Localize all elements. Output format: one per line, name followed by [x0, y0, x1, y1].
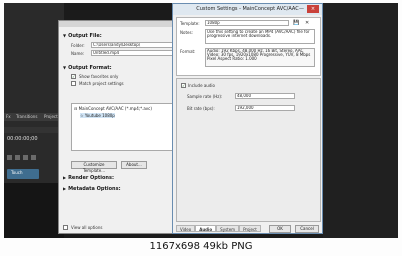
- include-audio-checkbox[interactable]: ✓: [181, 83, 186, 88]
- output-file-heading[interactable]: ▼ Output File:: [63, 33, 102, 39]
- close-button[interactable]: ×: [307, 5, 319, 13]
- name-label: Name:: [71, 51, 85, 56]
- delete-template-icon[interactable]: ✕: [305, 20, 309, 26]
- editor-panel: Fx Transitions Project 00:00:00;00 Touch: [4, 3, 64, 238]
- track-control[interactable]: [31, 155, 36, 160]
- format-summary: Audio: 192 Kbps, 48,000 Hz, 16 Bit, Ster…: [205, 48, 315, 67]
- tree-item-mainconcept[interactable]: ⊟ MainConcept AVC/AAC (*.mp4;*.avc): [74, 106, 152, 111]
- customize-template-button[interactable]: Customize Template...: [71, 161, 117, 173]
- output-format-heading[interactable]: ▼ Output Format:: [63, 65, 112, 71]
- template-label: Template:: [180, 21, 200, 26]
- track-control[interactable]: [15, 155, 20, 160]
- match-project-label: Match project settings: [79, 81, 124, 86]
- screenshot: Fx Transitions Project 00:00:00;00 Touch…: [4, 3, 398, 238]
- render-options-heading[interactable]: ▶ Render Options:: [63, 175, 114, 181]
- timeline-ruler: [4, 127, 64, 133]
- expand-triangle-icon: ▶: [63, 186, 67, 191]
- expand-triangle-icon: ▶: [63, 175, 67, 180]
- cancel-button[interactable]: Cancel: [295, 225, 319, 233]
- tab-audio[interactable]: Audio: [195, 225, 217, 232]
- track-name: Touch: [11, 170, 23, 175]
- format-line: Pixel Aspect Ratio: 1.000: [207, 56, 257, 61]
- folder-label: Folder:: [71, 43, 85, 48]
- include-audio-label: Include audio: [188, 83, 215, 88]
- bit-rate-label: Bit rate (bps):: [187, 106, 215, 111]
- settings-tabs: Video Audio System Project: [176, 216, 261, 232]
- tab-transitions[interactable]: Transitions: [16, 113, 37, 121]
- notes-label: Notes:: [180, 30, 193, 35]
- save-template-icon[interactable]: 💾: [293, 20, 299, 26]
- track-control[interactable]: [23, 155, 28, 160]
- match-project-checkbox[interactable]: [71, 81, 76, 86]
- sample-rate-select[interactable]: 48,000: [235, 93, 295, 99]
- tab-project[interactable]: Project: [239, 225, 261, 232]
- editor-right-area: [323, 3, 398, 238]
- view-all-options-checkbox[interactable]: [63, 225, 68, 230]
- show-favorites-checkbox[interactable]: ✓: [71, 74, 76, 79]
- format-label: Format:: [180, 49, 196, 54]
- metadata-options-heading[interactable]: ▶ Metadata Options:: [63, 186, 121, 192]
- collapse-triangle-icon: ▼: [63, 33, 67, 38]
- image-caption: 1167x698 49kb PNG: [0, 238, 402, 256]
- view-all-options-label: View all options: [71, 225, 103, 230]
- template-panel: Template: 1080p 💾 ✕ Notes: Use this sett…: [176, 17, 321, 76]
- track-control[interactable]: [7, 155, 12, 160]
- timeline-area[interactable]: [4, 183, 64, 238]
- custom-settings-dialog: Custom Settings - MainConcept AVC/AAC — …: [172, 3, 323, 234]
- about-button[interactable]: About...: [121, 161, 147, 169]
- tab-system[interactable]: System: [216, 225, 240, 232]
- notes-field[interactable]: Use this setting to create an MP4 (AVC/A…: [205, 29, 315, 44]
- audio-settings-panel: ✓ Include audio Sample rate (Hz): 48,000…: [176, 78, 321, 222]
- image-frame: Fx Transitions Project 00:00:00;00 Touch…: [0, 0, 402, 256]
- template-select[interactable]: 1080p: [205, 20, 289, 26]
- sample-rate-label: Sample rate (Hz):: [187, 94, 223, 99]
- show-favorites-label: Show favorites only: [79, 74, 119, 79]
- timecode: 00:00:00;00: [7, 136, 38, 142]
- minimize-button[interactable]: —: [299, 5, 304, 13]
- tree-item-youtube-1080p[interactable]: ☆ Youtube 1080p: [80, 113, 115, 118]
- tab-video[interactable]: Video: [176, 225, 196, 232]
- tab-project[interactable]: Project: [44, 113, 58, 121]
- ok-button[interactable]: OK: [269, 225, 291, 233]
- tab-fx[interactable]: Fx: [6, 113, 11, 121]
- bit-rate-select[interactable]: 192,000: [235, 105, 295, 111]
- collapse-triangle-icon: ▼: [63, 65, 67, 70]
